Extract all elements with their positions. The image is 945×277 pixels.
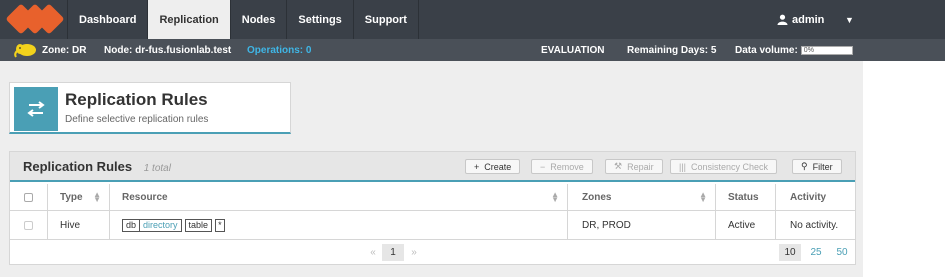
tag-key: table xyxy=(188,220,209,230)
plus-icon: + xyxy=(474,161,480,172)
column-header-type[interactable]: Type ▲ ▼ xyxy=(48,184,110,210)
wrench-icon: ⚒ xyxy=(614,161,623,171)
consistency-check-label: Consistency Check xyxy=(691,161,769,172)
minus-icon: − xyxy=(540,161,546,172)
status-header-label: Status xyxy=(728,191,759,203)
row-checkbox[interactable] xyxy=(24,220,33,230)
tab-replication[interactable]: Replication xyxy=(147,0,230,39)
page-title: Replication Rules xyxy=(65,90,208,109)
select-all-checkbox[interactable] xyxy=(24,192,33,202)
columns-icon: ||| xyxy=(679,161,687,172)
status-cell: Active xyxy=(716,211,776,239)
remaining-days-label: Remaining Days: 5 xyxy=(627,44,717,56)
prev-page-button[interactable]: « xyxy=(364,244,382,261)
sort-icon: ▲ ▼ xyxy=(699,190,707,204)
caret-down-icon[interactable]: ▼ xyxy=(845,0,854,39)
row-select-cell xyxy=(10,211,48,239)
column-header-zones[interactable]: Zones ▲ ▼ xyxy=(568,184,716,210)
header-select-cell xyxy=(10,184,48,210)
pagination: « 1 » 10 25 50 xyxy=(10,241,855,264)
tab-dashboard[interactable]: Dashboard xyxy=(67,0,147,39)
data-volume: Data volume: 0% xyxy=(735,39,853,61)
zones-header-label: Zones xyxy=(582,191,612,203)
repair-button[interactable]: ⚒ Repair xyxy=(605,159,663,174)
logo[interactable] xyxy=(0,0,67,39)
type-cell: Hive xyxy=(48,211,110,239)
rules-panel: Replication Rules 1 total + Create − Rem… xyxy=(9,151,856,265)
consistency-check-button[interactable]: ||| Consistency Check xyxy=(670,159,778,174)
sort-icon: ▲ ▼ xyxy=(93,190,101,204)
node-label: Node: dr-fus.fusionlab.test xyxy=(104,44,232,56)
repair-label: Repair xyxy=(627,161,654,172)
resource-header-label: Resource xyxy=(122,191,168,203)
page-size-50[interactable]: 50 xyxy=(831,244,853,261)
tab-nodes[interactable]: Nodes xyxy=(229,0,287,39)
data-volume-bar: 0% xyxy=(800,45,853,55)
page-size-10[interactable]: 10 xyxy=(779,244,801,261)
user-menu[interactable]: admin xyxy=(777,0,824,39)
tag-value: * xyxy=(218,220,222,230)
resource-cell: db directory table * xyxy=(110,211,568,239)
resource-tag-db: db directory xyxy=(122,218,182,232)
page-subtitle: Define selective replication rules xyxy=(65,114,209,125)
create-label: Create xyxy=(484,161,512,172)
column-header-activity: Activity xyxy=(776,184,855,210)
activity-cell: No activity. xyxy=(790,219,839,231)
type-header-label: Type xyxy=(60,191,83,203)
status-bar: Zone: DR Node: dr-fus.fusionlab.test Ope… xyxy=(0,39,945,61)
user-icon xyxy=(777,14,788,25)
sort-icon: ▲ ▼ xyxy=(551,190,559,204)
rule-count: 1 total xyxy=(143,163,171,174)
next-page-button[interactable]: » xyxy=(405,244,423,261)
main-content: Replication Rules Define selective repli… xyxy=(0,61,863,277)
tab-support[interactable]: Support xyxy=(352,0,419,39)
resource-tag-table: table xyxy=(184,218,213,232)
remove-label: Remove xyxy=(550,161,584,172)
page-size-25[interactable]: 25 xyxy=(805,244,827,261)
column-header-resource[interactable]: Resource ▲ ▼ xyxy=(110,184,568,210)
tag-key: db xyxy=(126,220,137,230)
panel-title-text: Replication Rules xyxy=(23,159,133,174)
remove-button[interactable]: − Remove xyxy=(531,159,593,174)
filter-button[interactable]: ⚲ Filter xyxy=(792,159,842,174)
right-blank-area xyxy=(863,61,945,277)
tab-settings[interactable]: Settings xyxy=(286,0,352,39)
filter-label: Filter xyxy=(812,161,833,172)
user-name: admin xyxy=(792,13,825,26)
resource-tag-wildcard: * xyxy=(215,218,225,232)
panel-title: Replication Rules 1 total xyxy=(23,159,171,174)
replication-arrows-icon xyxy=(14,87,58,131)
hadoop-elephant-icon xyxy=(14,44,36,58)
panel-header: Replication Rules 1 total + Create − Rem… xyxy=(10,152,855,182)
create-button[interactable]: + Create xyxy=(465,159,521,174)
table-header: Type ▲ ▼ Resource ▲ ▼ Zones ▲ ▼ Status Acti… xyxy=(10,184,855,211)
page-header-card: Replication Rules Define selective repli… xyxy=(9,82,291,134)
search-icon: ⚲ xyxy=(801,161,808,171)
table-row[interactable]: Hive db directory table * DR, PROD Activ… xyxy=(10,211,855,240)
operations-link[interactable]: Operations: 0 xyxy=(247,39,311,61)
column-header-status: Status xyxy=(716,184,776,210)
activity-header-label: Activity xyxy=(790,191,827,203)
license-label: EVALUATION xyxy=(541,44,605,56)
data-volume-label: Data volume: xyxy=(735,44,798,56)
zone-label: Zone: DR xyxy=(42,44,87,56)
page-number-1[interactable]: 1 xyxy=(382,244,404,261)
zones-cell: DR, PROD xyxy=(568,211,716,239)
zone-indicator: Zone: DR xyxy=(14,39,86,61)
top-navbar: Dashboard Replication Nodes Settings Sup… xyxy=(0,0,945,39)
tag-value: directory xyxy=(139,219,181,231)
